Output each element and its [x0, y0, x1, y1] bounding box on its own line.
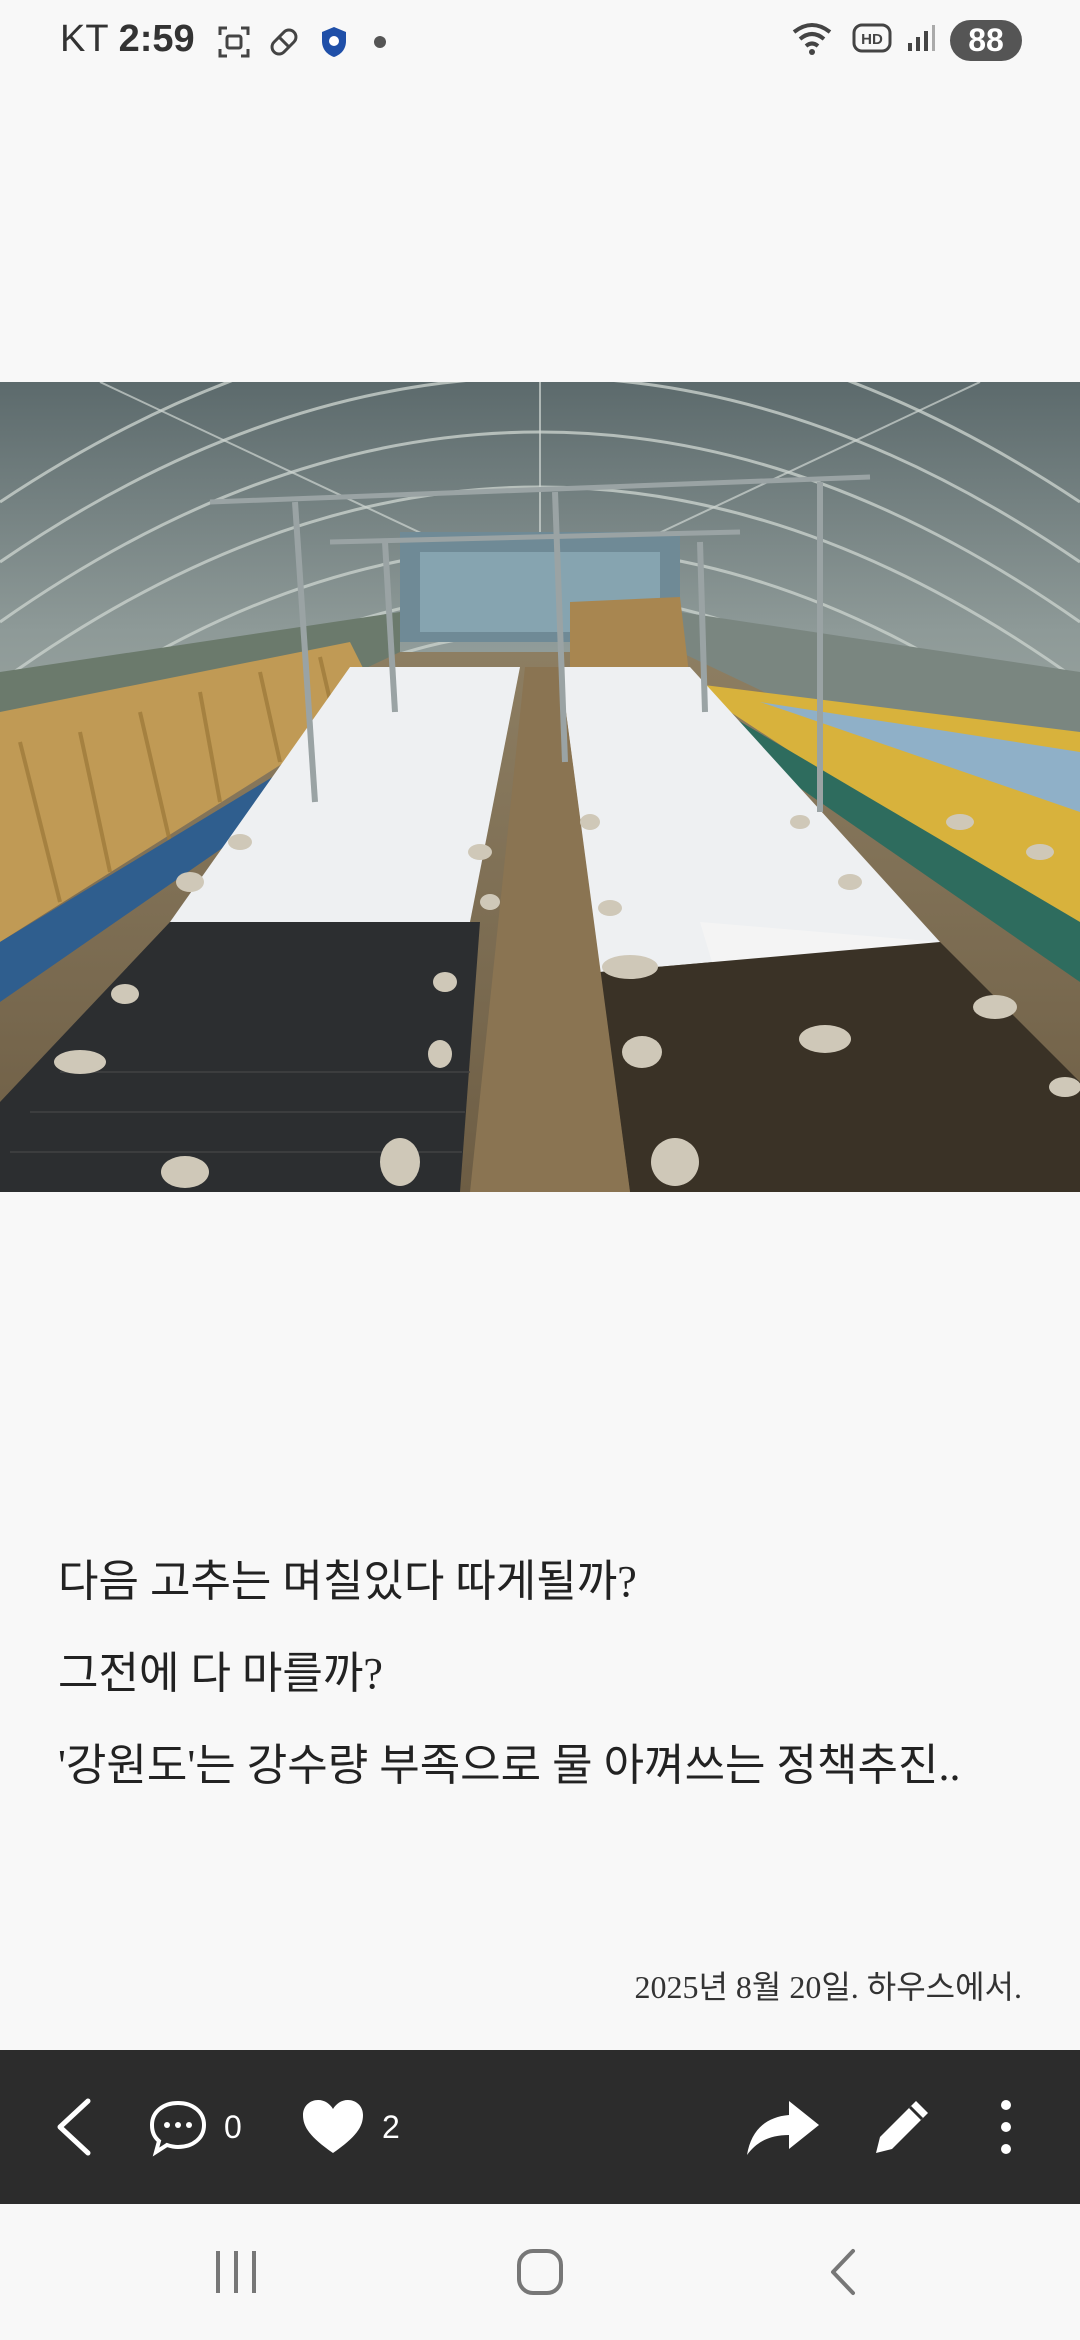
back-icon [831, 2249, 855, 2295]
post-date-caption: 2025년 8월 20일. 하우스에서. [634, 1969, 1022, 2005]
post-line-1: 다음 고추는 며칠있다 따게될까? [58, 1557, 637, 1606]
more-options-button[interactable] [996, 2050, 1016, 2204]
post-body: 다음 고추는 며칠있다 따게될까? 그전에 다 마를까? '강원도'는 강수량 … [58, 1536, 1038, 1812]
recent-apps-button[interactable] [210, 2242, 262, 2302]
recent-apps-icon [216, 2251, 256, 2293]
notification-dot [374, 36, 386, 48]
pill-icon [266, 24, 302, 60]
screenshot-icon [216, 24, 252, 60]
like-count: 2 [382, 2108, 400, 2145]
hd-icon: HD [852, 23, 892, 58]
post-line-3: '강원도'는 강수량 부족으로 물 아껴쓰는 정책추진.. [58, 1741, 961, 1790]
home-icon [517, 2249, 563, 2295]
comment-button[interactable]: 0 [148, 2050, 242, 2204]
carrier-and-time: KT 2:59 [60, 18, 195, 61]
pencil-icon [876, 2101, 928, 2153]
heart-icon [303, 2100, 363, 2153]
shield-icon [316, 24, 352, 60]
chevron-left-icon [57, 2098, 91, 2156]
post-action-bar: 0 2 [0, 2050, 1080, 2204]
nav-back-button[interactable] [818, 2242, 868, 2302]
post-line-2: 그전에 다 마를까? [58, 1649, 383, 1698]
wifi-icon [790, 20, 838, 61]
system-nav-bar [0, 2204, 1080, 2340]
post-photo[interactable] [0, 382, 1080, 1192]
signal-icon [906, 23, 936, 58]
clock: 2:59 [118, 18, 195, 60]
battery-icon: 88 [950, 20, 1022, 61]
status-icons-left [216, 24, 386, 60]
comment-icon [149, 2100, 207, 2157]
home-button[interactable] [510, 2242, 570, 2302]
edit-button[interactable] [872, 2050, 932, 2204]
status-icons-right: HD 88 [790, 20, 1022, 61]
carrier-label: KT [60, 18, 109, 60]
status-bar: KT 2:59 HD 88 [0, 0, 1080, 86]
more-vertical-icon [1001, 2100, 1011, 2154]
like-button[interactable]: 2 [300, 2050, 400, 2204]
svg-text:HD: HD [861, 31, 883, 48]
comment-count: 0 [224, 2108, 242, 2145]
share-icon [747, 2101, 819, 2155]
share-button[interactable] [745, 2050, 821, 2204]
back-button[interactable] [50, 2050, 98, 2204]
